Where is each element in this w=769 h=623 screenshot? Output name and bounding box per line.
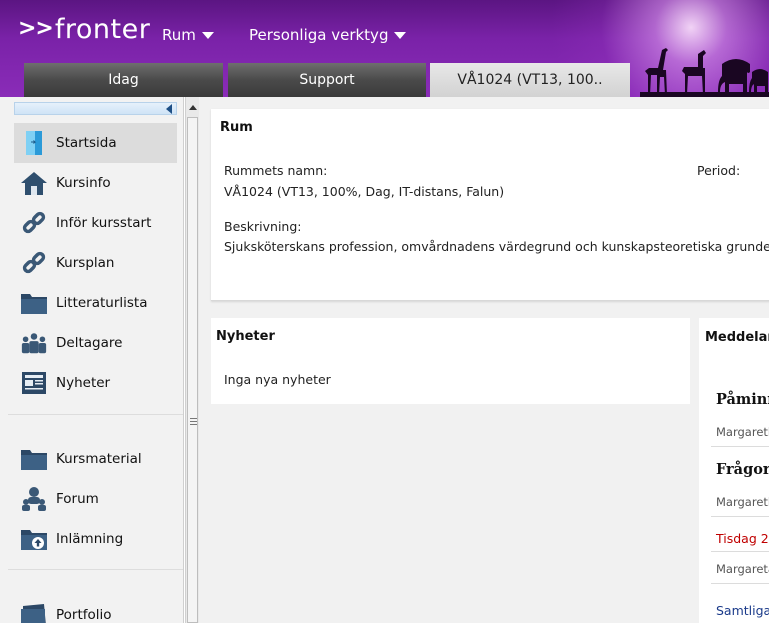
top-header: >>fronter Rum Personliga verktyg Idag Su… <box>0 0 769 97</box>
tab-current-room[interactable]: VÅ1024 (VT13, 100.. <box>430 63 630 97</box>
sidebar-item-label: Startsida <box>56 135 117 151</box>
sidebar-item-label: Portfolio <box>56 607 112 623</box>
messages-panel: Meddelan Påminn Margareth Frågor Margare… <box>699 318 769 623</box>
sidebar-collapse-bar[interactable] <box>14 102 177 115</box>
upload-folder-icon <box>20 525 48 553</box>
menu-personliga-label: Personliga verktyg <box>249 26 389 44</box>
room-name-value: VÅ1024 (VT13, 100%, Dag, IT-distans, Fal… <box>224 184 505 199</box>
news-empty-text: Inga nya nyheter <box>224 372 331 387</box>
app-root: >>fronter Rum Personliga verktyg Idag Su… <box>0 0 769 623</box>
collapse-left-icon <box>166 104 172 114</box>
message-author: Margareth <box>716 425 769 439</box>
sidebar-item-portfolio[interactable]: Portfolio <box>14 595 177 623</box>
messages-panel-title: Meddelan <box>705 330 769 345</box>
chevron-down-icon <box>201 31 214 39</box>
message-author: Margareth <box>716 495 769 509</box>
sidebar-scrollbar[interactable] <box>185 97 199 623</box>
sidebar-item-label: Inför kursstart <box>56 215 152 231</box>
sidebar-item-kursinfo[interactable]: Kursinfo <box>14 163 177 203</box>
sidebar-item-startsida[interactable]: Startsida <box>14 123 177 163</box>
logo-text: fronter <box>54 14 151 45</box>
room-panel-title: Rum <box>220 120 253 135</box>
sidebar-item-label: Kursplan <box>56 255 115 271</box>
folder-icon <box>20 289 48 317</box>
sidebar-item-kursmaterial[interactable]: Kursmaterial <box>14 439 177 479</box>
news-panel-title: Nyheter <box>216 329 275 344</box>
room-name-label: Rummets namn: <box>224 163 328 178</box>
left-sidebar: Startsida Kursinfo Inför kursstart Kursp… <box>0 97 184 623</box>
sidebar-item-label: Nyheter <box>56 375 111 391</box>
sidebar-item-label: Kursmaterial <box>56 451 142 467</box>
sidebar-item-kursplan[interactable]: Kursplan <box>14 243 177 283</box>
message-divider <box>711 516 769 517</box>
period-label: Period: <box>697 163 741 178</box>
menu-rum[interactable]: Rum <box>162 26 214 44</box>
sidebar-item-infor-kursstart[interactable]: Inför kursstart <box>14 203 177 243</box>
tab-current-room-label: VÅ1024 (VT13, 100.. <box>457 72 603 88</box>
message-divider <box>711 583 769 584</box>
description-value: Sjuksköterskans profession, omvårdnadens… <box>224 239 769 254</box>
tab-support[interactable]: Support <box>228 63 426 97</box>
message-divider <box>711 551 769 552</box>
sidebar-item-litteraturlista[interactable]: Litteraturlista <box>14 283 177 323</box>
tab-support-label: Support <box>299 72 355 88</box>
tab-idag[interactable]: Idag <box>24 63 223 97</box>
sidebar-divider <box>8 414 183 415</box>
sidebar-divider <box>8 569 183 570</box>
logo-arrows: >> <box>18 16 54 41</box>
message-author: Margareta <box>716 562 769 576</box>
animal-silhouettes-icon <box>640 48 769 97</box>
door-icon <box>20 129 48 157</box>
menu-personliga-verktyg[interactable]: Personliga verktyg <box>249 26 407 44</box>
forum-icon <box>20 485 48 513</box>
scroll-up-icon[interactable] <box>189 105 197 110</box>
portfolio-icon <box>20 601 48 623</box>
sidebar-item-nyheter[interactable]: Nyheter <box>14 363 177 403</box>
sidebar-item-label: Inlämning <box>56 531 124 547</box>
scrollbar-thumb[interactable] <box>187 117 198 623</box>
sidebar-item-label: Kursinfo <box>56 175 111 191</box>
message-heading[interactable]: Påminn <box>716 391 769 408</box>
sidebar-item-forum[interactable]: Forum <box>14 479 177 519</box>
message-divider <box>711 446 769 447</box>
people-icon <box>20 329 48 357</box>
message-date: Tisdag 2 <box>716 531 769 546</box>
sidebar-item-inlamning[interactable]: Inlämning <box>14 519 177 559</box>
folder-icon <box>20 445 48 473</box>
house-icon <box>20 169 48 197</box>
menu-rum-label: Rum <box>162 26 196 44</box>
link-icon <box>20 209 48 237</box>
link-icon <box>20 249 48 277</box>
main-content: Rum Rummets namn: Period: VÅ1024 (VT13, … <box>199 97 769 623</box>
fronter-logo[interactable]: >>fronter <box>18 14 150 45</box>
news-panel: Nyheter Inga nya nyheter <box>211 318 690 404</box>
grip-icon <box>190 418 197 426</box>
sidebar-item-deltagare[interactable]: Deltagare <box>14 323 177 363</box>
sidebar-item-label: Forum <box>56 491 99 507</box>
description-label: Beskrivning: <box>224 219 302 234</box>
sidebar-item-label: Litteraturlista <box>56 295 148 311</box>
message-heading[interactable]: Frågor <box>716 461 769 478</box>
tab-idag-label: Idag <box>108 72 139 88</box>
newspaper-icon <box>20 369 48 397</box>
messages-all-link[interactable]: Samtliga <box>716 603 769 618</box>
chevron-down-icon <box>394 31 407 39</box>
sidebar-item-label: Deltagare <box>56 335 123 351</box>
room-panel: Rum Rummets namn: Period: VÅ1024 (VT13, … <box>211 109 769 301</box>
